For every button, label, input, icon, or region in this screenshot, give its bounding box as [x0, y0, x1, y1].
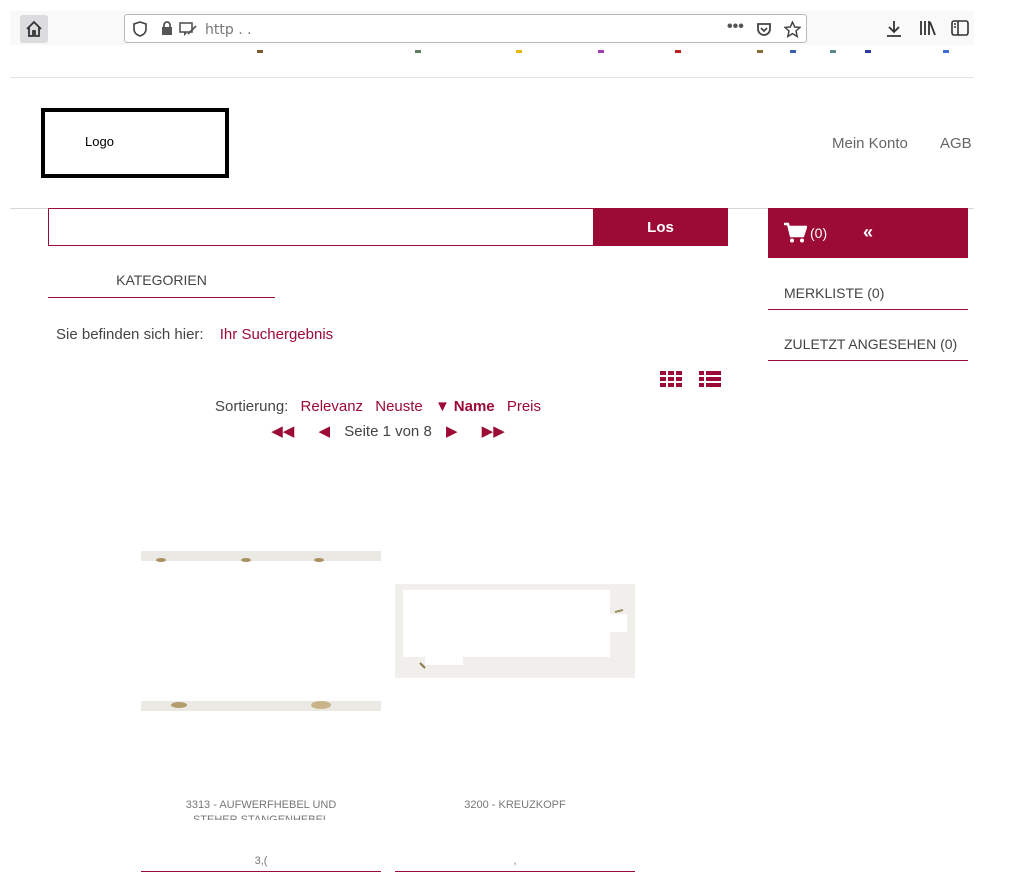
logo[interactable]: Logo — [41, 108, 229, 178]
bookmark-favicon[interactable] — [257, 50, 263, 53]
product-image[interactable] — [395, 584, 635, 678]
sort-name-active[interactable]: ▼ Name — [435, 398, 495, 415]
browser-divider — [10, 77, 974, 78]
pocket-icon[interactable] — [756, 21, 772, 42]
tracking-icon[interactable] — [179, 21, 197, 42]
bookmark-favicon[interactable] — [830, 50, 836, 53]
logo-text: Logo — [85, 134, 114, 149]
url-text[interactable]: http . . — [205, 22, 252, 38]
sort-label: Sortierung: — [214, 398, 289, 415]
mein-konto-link[interactable]: Mein Konto — [832, 135, 908, 152]
first-page-icon[interactable]: ◀◀ — [271, 423, 294, 440]
shield-icon[interactable] — [133, 21, 147, 42]
last-page-icon[interactable]: ▶▶ — [482, 423, 505, 440]
cart-box[interactable]: (0) « — [768, 208, 968, 258]
browser-toolbar: http . . ••• — [10, 11, 974, 45]
product-title-line: STEHER STANGENHEBEL — [192, 814, 330, 820]
url-bar[interactable]: http . . ••• — [124, 14, 807, 43]
collapse-icon[interactable]: « — [863, 222, 873, 243]
sort-preis[interactable]: Preis — [507, 398, 541, 415]
bookmark-favicon[interactable] — [757, 50, 763, 53]
bookmark-favicon[interactable] — [865, 50, 871, 53]
product-price: 3,( — [254, 855, 268, 867]
bookmark-favicon[interactable] — [516, 50, 522, 53]
home-icon[interactable] — [20, 15, 48, 43]
search-input[interactable] — [48, 208, 594, 246]
product-title-line: 3200 - KREUZKOPF — [464, 799, 566, 811]
cart-count[interactable]: (0) — [810, 225, 827, 241]
lock-icon[interactable] — [161, 21, 173, 41]
page-indicator: Seite 1 von 8 — [344, 423, 432, 440]
search-button[interactable]: Los — [593, 208, 728, 246]
product-price: , — [513, 855, 517, 867]
prev-page-icon[interactable]: ◀ — [319, 423, 331, 440]
library-icon[interactable] — [919, 20, 937, 36]
bookmark-favicon[interactable] — [598, 50, 604, 53]
sort-neuste[interactable]: Neuste — [375, 398, 423, 415]
cart-icon[interactable] — [783, 222, 808, 249]
more-icon[interactable]: ••• — [727, 18, 744, 36]
list-view-icon[interactable] — [699, 371, 721, 393]
merkliste-link[interactable]: MERKLISTE (0) — [768, 280, 968, 310]
sort-bar: Sortierung: Relevanz Neuste ▼ Name Preis — [0, 398, 756, 415]
product-image[interactable] — [141, 551, 381, 711]
download-icon[interactable] — [886, 20, 902, 38]
breadcrumb: Sie befinden sich hier: Ihr Suchergebnis — [56, 326, 333, 343]
grid-view-icon[interactable] — [660, 371, 682, 393]
product-divider — [141, 871, 381, 872]
kategorien-tab[interactable]: KATEGORIEN — [48, 268, 275, 298]
bookmark-favicon[interactable] — [415, 50, 421, 53]
zuletzt-angesehen-link[interactable]: ZULETZT ANGESEHEN (0) — [768, 331, 968, 361]
sort-name: Name — [453, 398, 495, 415]
sort-relevanz[interactable]: Relevanz — [301, 398, 364, 415]
breadcrumb-current[interactable]: Ihr Suchergebnis — [220, 326, 333, 343]
product-divider — [395, 871, 635, 872]
bookmark-favicon[interactable] — [943, 50, 949, 53]
product-photo — [141, 551, 381, 711]
bookmark-favicon[interactable] — [675, 50, 681, 53]
product-title-line: 3313 - AUFWERFHEBEL UND — [185, 799, 337, 811]
bookmark-favicon[interactable] — [790, 50, 796, 53]
sidebar-icon[interactable] — [951, 20, 969, 36]
bookmark-strip — [10, 45, 974, 55]
sort-desc-icon: ▼ — [434, 398, 450, 415]
next-page-icon[interactable]: ▶ — [446, 423, 458, 440]
product-photo — [403, 590, 627, 669]
pagination: ◀◀ ◀ Seite 1 von 8 ▶ ▶▶ — [0, 422, 776, 440]
agb-link[interactable]: AGB — [940, 135, 972, 152]
product-title[interactable]: 3313 - AUFWERFHEBEL UND STEHER STANGENHE… — [141, 799, 381, 820]
breadcrumb-prefix: Sie befinden sich hier: — [56, 326, 204, 343]
product-title[interactable]: 3200 - KREUZKOPF — [395, 799, 635, 811]
star-icon[interactable] — [783, 20, 802, 43]
